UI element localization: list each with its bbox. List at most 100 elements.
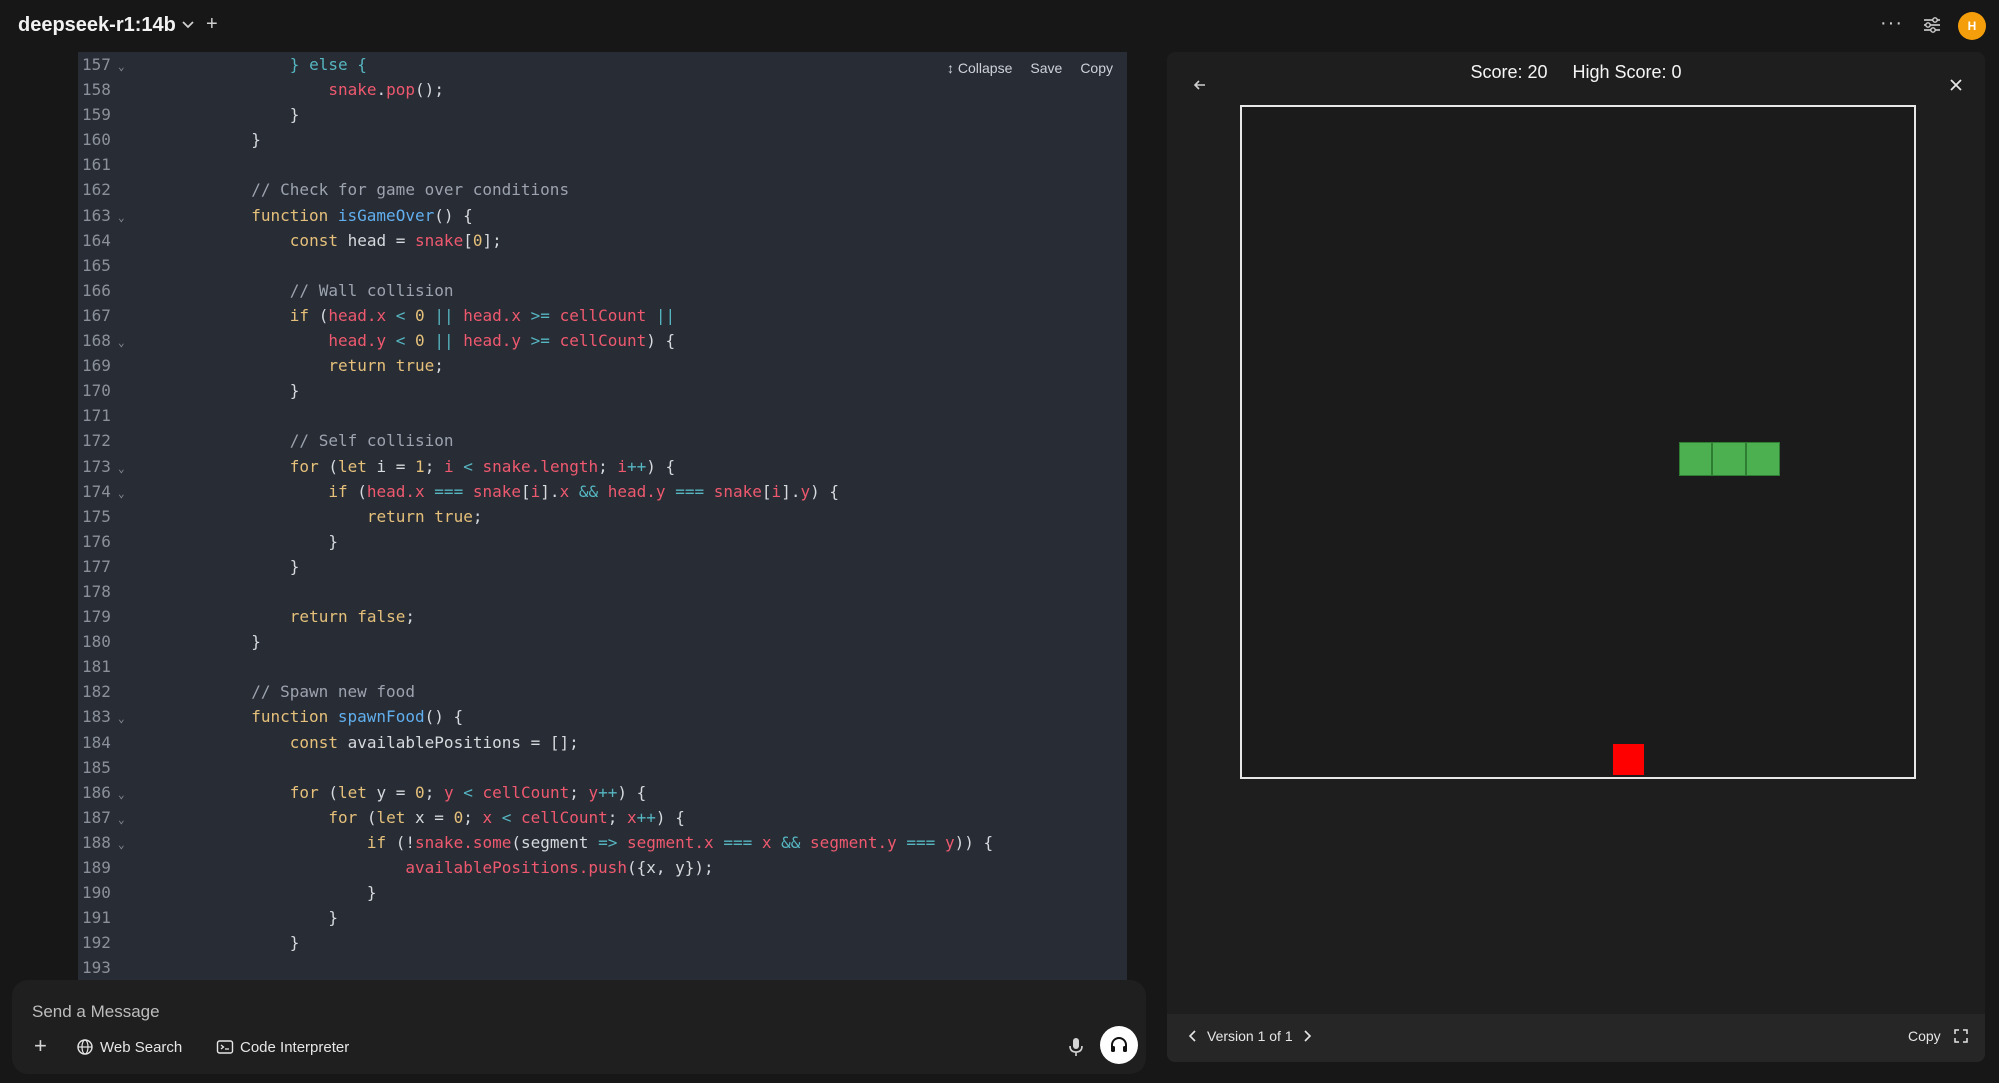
code-text: if (head.x === snake[i].x && head.y === … bbox=[328, 481, 839, 501]
line-number: 179 bbox=[82, 607, 111, 627]
microphone-icon[interactable] bbox=[1066, 1036, 1086, 1058]
code-text: } bbox=[289, 908, 338, 928]
code-text: for (let x = 0; x < cellCount; x++) { bbox=[328, 807, 685, 827]
fold-chevron-icon[interactable]: ⌄ bbox=[118, 807, 125, 832]
more-options-icon[interactable]: ··· bbox=[1880, 12, 1903, 35]
code-text: } bbox=[251, 632, 261, 652]
code-block[interactable]: ↕ Collapse Save Copy 157 ⌄} else {158 sna… bbox=[78, 52, 1127, 980]
controls-sliders-icon[interactable] bbox=[1921, 14, 1943, 36]
code-line: 160} bbox=[78, 127, 1127, 152]
chevron-right-icon[interactable] bbox=[1301, 1029, 1313, 1043]
line-number: 176 bbox=[82, 531, 111, 551]
code-line: 173 ⌄ for (let i = 1; i < snake.length; i+… bbox=[78, 454, 1127, 479]
code-text: } bbox=[289, 933, 300, 953]
snake-game-canvas[interactable] bbox=[1240, 105, 1916, 779]
line-number: 193 bbox=[82, 958, 111, 978]
line-number: 192 bbox=[82, 933, 111, 953]
line-number: 185 bbox=[82, 757, 111, 777]
model-selector-label[interactable]: deepseek-r1:14b bbox=[18, 14, 176, 37]
close-icon[interactable] bbox=[1945, 74, 1967, 96]
code-toolbar: ↕ Collapse Save Copy bbox=[947, 60, 1113, 76]
terminal-icon bbox=[216, 1040, 234, 1054]
code-line: 182 // Spawn new food bbox=[78, 679, 1127, 704]
code-text: // Spawn new food bbox=[251, 682, 415, 702]
fold-chevron-icon[interactable]: ⌄ bbox=[118, 205, 125, 230]
code-lines: 157 ⌄} else {158 snake.pop(); 159} 160} 161 1… bbox=[78, 52, 1127, 980]
fold-chevron-icon[interactable]: ⌄ bbox=[118, 832, 125, 857]
code-text: function isGameOver() { bbox=[251, 205, 473, 225]
code-line: 187 ⌄ for (let x = 0; x < cellCount; x++)… bbox=[78, 805, 1127, 830]
code-line: 185 bbox=[78, 755, 1127, 780]
preview-footer: Version 1 of 1 Copy bbox=[1167, 1014, 1985, 1062]
top-bar: deepseek-r1:14b + ··· H bbox=[0, 0, 1999, 52]
artifact-preview-panel: Score: 20 High Score: 0 Version 1 of 1 C… bbox=[1167, 52, 1985, 1062]
code-text: const availablePositions = []; bbox=[289, 732, 579, 752]
code-text: // Self collision bbox=[289, 431, 454, 451]
code-line: 158 snake.pop(); bbox=[78, 77, 1127, 102]
food-item bbox=[1612, 743, 1645, 775]
snake-segment bbox=[1746, 442, 1780, 476]
line-number: 159 bbox=[82, 105, 111, 125]
line-number: 169 bbox=[82, 356, 111, 376]
copy-code-button[interactable]: Copy bbox=[1080, 60, 1113, 76]
code-line: 159} bbox=[78, 102, 1127, 127]
chevron-left-icon[interactable] bbox=[1187, 1029, 1199, 1043]
line-number: 190 bbox=[82, 883, 111, 903]
code-line: 169 return true; bbox=[78, 353, 1127, 378]
code-line: 166 // Wall collision bbox=[78, 278, 1127, 303]
line-number: 170 bbox=[82, 381, 111, 401]
code-text: availablePositions.push({x, y}); bbox=[405, 858, 714, 877]
snake-segment bbox=[1712, 442, 1746, 476]
fold-chevron-icon[interactable]: ⌄ bbox=[118, 706, 125, 731]
fold-chevron-icon[interactable]: ⌄ bbox=[118, 481, 125, 506]
code-line: 179 return false; bbox=[78, 604, 1127, 629]
code-text: } bbox=[289, 883, 377, 903]
message-input[interactable] bbox=[32, 1000, 932, 1024]
code-text: const head = snake[0]; bbox=[289, 230, 502, 250]
message-composer: + Web Search Code Interpreter bbox=[12, 980, 1146, 1074]
fold-chevron-icon[interactable]: ⌄ bbox=[118, 782, 125, 807]
version-navigation: Version 1 of 1 bbox=[1187, 1028, 1313, 1044]
copy-preview-button[interactable]: Copy bbox=[1908, 1028, 1941, 1044]
code-line: 183 ⌄ function spawnFood() { bbox=[78, 704, 1127, 729]
voice-mode-button[interactable] bbox=[1100, 1026, 1138, 1064]
code-line: 188 ⌄ if (!snake.some(segment => segment.… bbox=[78, 830, 1127, 855]
globe-icon bbox=[77, 1039, 93, 1055]
code-line: 184 const availablePositions = []; bbox=[78, 730, 1127, 755]
user-avatar[interactable]: H bbox=[1958, 12, 1986, 40]
code-line: 164 const head = snake[0]; bbox=[78, 228, 1127, 253]
code-text: } bbox=[251, 130, 261, 150]
code-line: 186 ⌄ for (let y = 0; y < cellCount; y++) … bbox=[78, 780, 1127, 805]
code-line: 162 // Check for game over conditions bbox=[78, 177, 1127, 202]
code-interpreter-label: Code Interpreter bbox=[240, 1038, 350, 1056]
code-line: 175 return true; bbox=[78, 504, 1127, 529]
code-line: 163 ⌄ function isGameOver() { bbox=[78, 203, 1127, 228]
web-search-button[interactable]: Web Search bbox=[76, 1036, 182, 1058]
fold-chevron-icon[interactable]: ⌄ bbox=[118, 456, 125, 481]
save-button[interactable]: Save bbox=[1030, 60, 1062, 76]
add-attachment-icon[interactable]: + bbox=[34, 1035, 56, 1058]
code-text: snake.pop(); bbox=[328, 80, 444, 100]
code-line: 178 bbox=[78, 579, 1127, 604]
code-text: // Check for game over conditions bbox=[251, 180, 570, 200]
code-line: 191 } bbox=[78, 905, 1127, 930]
fullscreen-icon[interactable] bbox=[1953, 1028, 1969, 1044]
code-line: 161 bbox=[78, 152, 1127, 177]
chevron-down-icon[interactable] bbox=[180, 16, 196, 32]
code-line: 181 bbox=[78, 654, 1127, 679]
code-interpreter-button[interactable]: Code Interpreter bbox=[216, 1036, 349, 1058]
line-number: 161 bbox=[82, 155, 111, 175]
code-line: 189 availablePositions.push({x, y}); bbox=[78, 855, 1127, 880]
line-number: 166 bbox=[82, 280, 111, 300]
collapse-button[interactable]: ↕ Collapse bbox=[947, 60, 1012, 76]
line-number: 160 bbox=[82, 130, 111, 150]
fold-chevron-icon[interactable]: ⌄ bbox=[118, 54, 125, 79]
code-text: for (let y = 0; y < cellCount; y++) { bbox=[289, 782, 647, 802]
line-number: 180 bbox=[82, 632, 111, 652]
line-number: 177 bbox=[82, 556, 111, 576]
fold-chevron-icon[interactable]: ⌄ bbox=[118, 330, 125, 355]
add-model-button[interactable]: + bbox=[206, 14, 218, 34]
code-text: } bbox=[289, 381, 300, 401]
code-text: } bbox=[289, 105, 300, 125]
code-line: 172 // Self collision bbox=[78, 428, 1127, 453]
